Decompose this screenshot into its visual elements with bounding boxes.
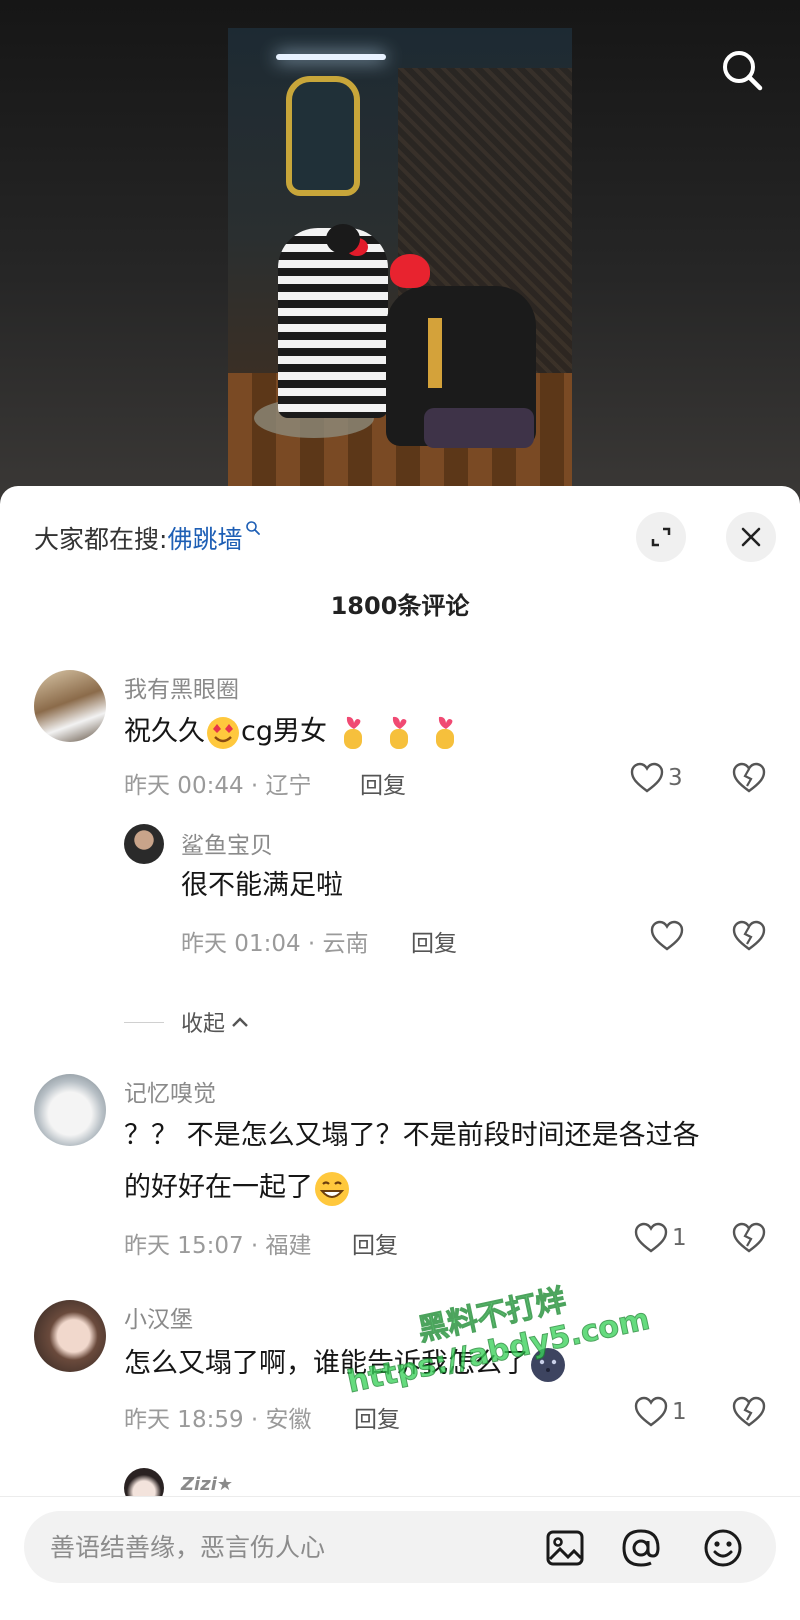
comment-username[interactable]: 小汉堡	[124, 1300, 193, 1334]
heart-icon	[634, 1396, 668, 1427]
comment-time-location: 昨天 15:07 · 福建	[124, 1233, 312, 1259]
comment-text-part: 的好好在一起了	[124, 1172, 313, 1203]
comment-text: ？？ 不是怎么又塌了？不是前段时间还是各过各	[124, 1120, 700, 1151]
comment-time-location: 昨天 01:04 · 云南	[181, 931, 369, 957]
like-button[interactable]	[650, 920, 684, 952]
dislike-button[interactable]	[732, 1396, 766, 1432]
emoji-icon	[704, 1529, 742, 1567]
comment-username[interactable]: 我有黑眼圈	[124, 670, 239, 704]
comment-input[interactable]	[50, 1525, 520, 1569]
comment-text: 很不能满足啦	[181, 870, 343, 901]
close-button[interactable]	[726, 512, 776, 562]
like-count: 1	[672, 1399, 687, 1425]
comment-input-container[interactable]	[24, 1511, 776, 1583]
avatar[interactable]	[34, 1300, 106, 1372]
emoji-button[interactable]	[702, 1527, 744, 1569]
finger-heart-emoji-icon	[435, 716, 454, 749]
dislike-button[interactable]	[732, 920, 766, 956]
reply-button[interactable]: 回复	[411, 924, 457, 958]
comment-text: 祝久久 cg男女	[124, 706, 463, 758]
reply-button[interactable]: 回复	[360, 766, 406, 800]
like-button[interactable]: 1	[634, 1396, 687, 1428]
photo-boots	[424, 408, 534, 448]
photo-person-right-hair	[390, 254, 430, 288]
expand-button[interactable]	[636, 512, 686, 562]
like-count: 3	[668, 765, 683, 791]
trending-prefix: 大家都在搜:	[34, 525, 168, 554]
comment-text-part: 祝久久	[124, 716, 205, 747]
dark-blob-emoji-icon	[531, 1347, 565, 1382]
expand-icon	[651, 527, 671, 547]
video-area[interactable]	[0, 0, 800, 500]
mention-button[interactable]	[620, 1527, 662, 1569]
finger-heart-emoji-icon	[389, 716, 408, 749]
comment-input-bar	[0, 1496, 800, 1620]
like-button[interactable]: 1	[634, 1222, 687, 1254]
heart-eyes-emoji-icon	[207, 716, 239, 749]
heart-icon	[634, 1222, 668, 1253]
search-icon	[723, 51, 763, 91]
search-button[interactable]	[718, 46, 768, 96]
finger-heart-emoji-icon	[343, 716, 362, 749]
comment-text-line2: 的好好在一起了	[124, 1162, 351, 1214]
heart-icon	[650, 920, 684, 951]
avatar[interactable]	[34, 670, 106, 742]
comment-text-part: 怎么又塌了啊，谁能告诉我怎么了	[124, 1348, 529, 1379]
avatar[interactable]	[34, 1074, 106, 1146]
photo-person-left-head	[326, 224, 360, 254]
trending-search-icon	[246, 521, 261, 535]
collapse-label: 收起	[181, 1012, 226, 1037]
comment-username[interactable]: 鲨鱼宝贝	[181, 826, 273, 860]
trending-term[interactable]: 佛跳墙	[167, 525, 242, 554]
post-photo[interactable]	[228, 28, 572, 488]
comment-username[interactable]: 记忆嗅觉	[124, 1074, 216, 1108]
comment-count: 1800条评论	[330, 592, 470, 620]
comment-sheet: 大家都在搜:佛跳墙 1800条评论 我有黑眼圈 祝久久 cg男女 昨天 00:44…	[0, 486, 800, 1620]
comment-text: 怎么又塌了啊，谁能告诉我怎么了	[124, 1338, 567, 1390]
image-icon	[546, 1530, 584, 1566]
photo-light	[276, 54, 386, 60]
reply-button[interactable]: 回复	[354, 1400, 400, 1434]
dislike-button[interactable]	[732, 1222, 766, 1258]
comment-username[interactable]: Zizi★	[181, 1474, 233, 1495]
chevron-up-icon	[232, 1017, 248, 1027]
collapse-replies-button[interactable]: 收起	[181, 1006, 249, 1038]
dislike-button[interactable]	[732, 762, 766, 798]
heart-icon	[630, 762, 664, 793]
comment-time-location: 昨天 18:59 · 安徽	[124, 1407, 312, 1433]
dislike-icon	[732, 920, 766, 951]
image-button[interactable]	[544, 1527, 586, 1569]
at-icon	[622, 1529, 660, 1567]
collapse-divider	[124, 1022, 164, 1023]
like-count: 1	[672, 1225, 687, 1251]
photo-person-left	[278, 228, 388, 418]
grinning-emoji-icon	[315, 1171, 349, 1206]
dislike-icon	[732, 1396, 766, 1427]
comment-time-location: 昨天 00:44 · 辽宁	[124, 773, 312, 799]
reply-button[interactable]: 回复	[352, 1226, 398, 1260]
photo-tie	[428, 318, 442, 388]
dislike-icon	[732, 1222, 766, 1253]
close-icon	[741, 527, 761, 547]
comment-text-part: cg男女	[241, 716, 327, 747]
like-button[interactable]: 3	[630, 762, 683, 794]
photo-mirror	[286, 76, 360, 196]
dislike-icon	[732, 762, 766, 793]
trending-search[interactable]: 大家都在搜:佛跳墙	[34, 520, 261, 556]
avatar[interactable]	[124, 824, 164, 864]
